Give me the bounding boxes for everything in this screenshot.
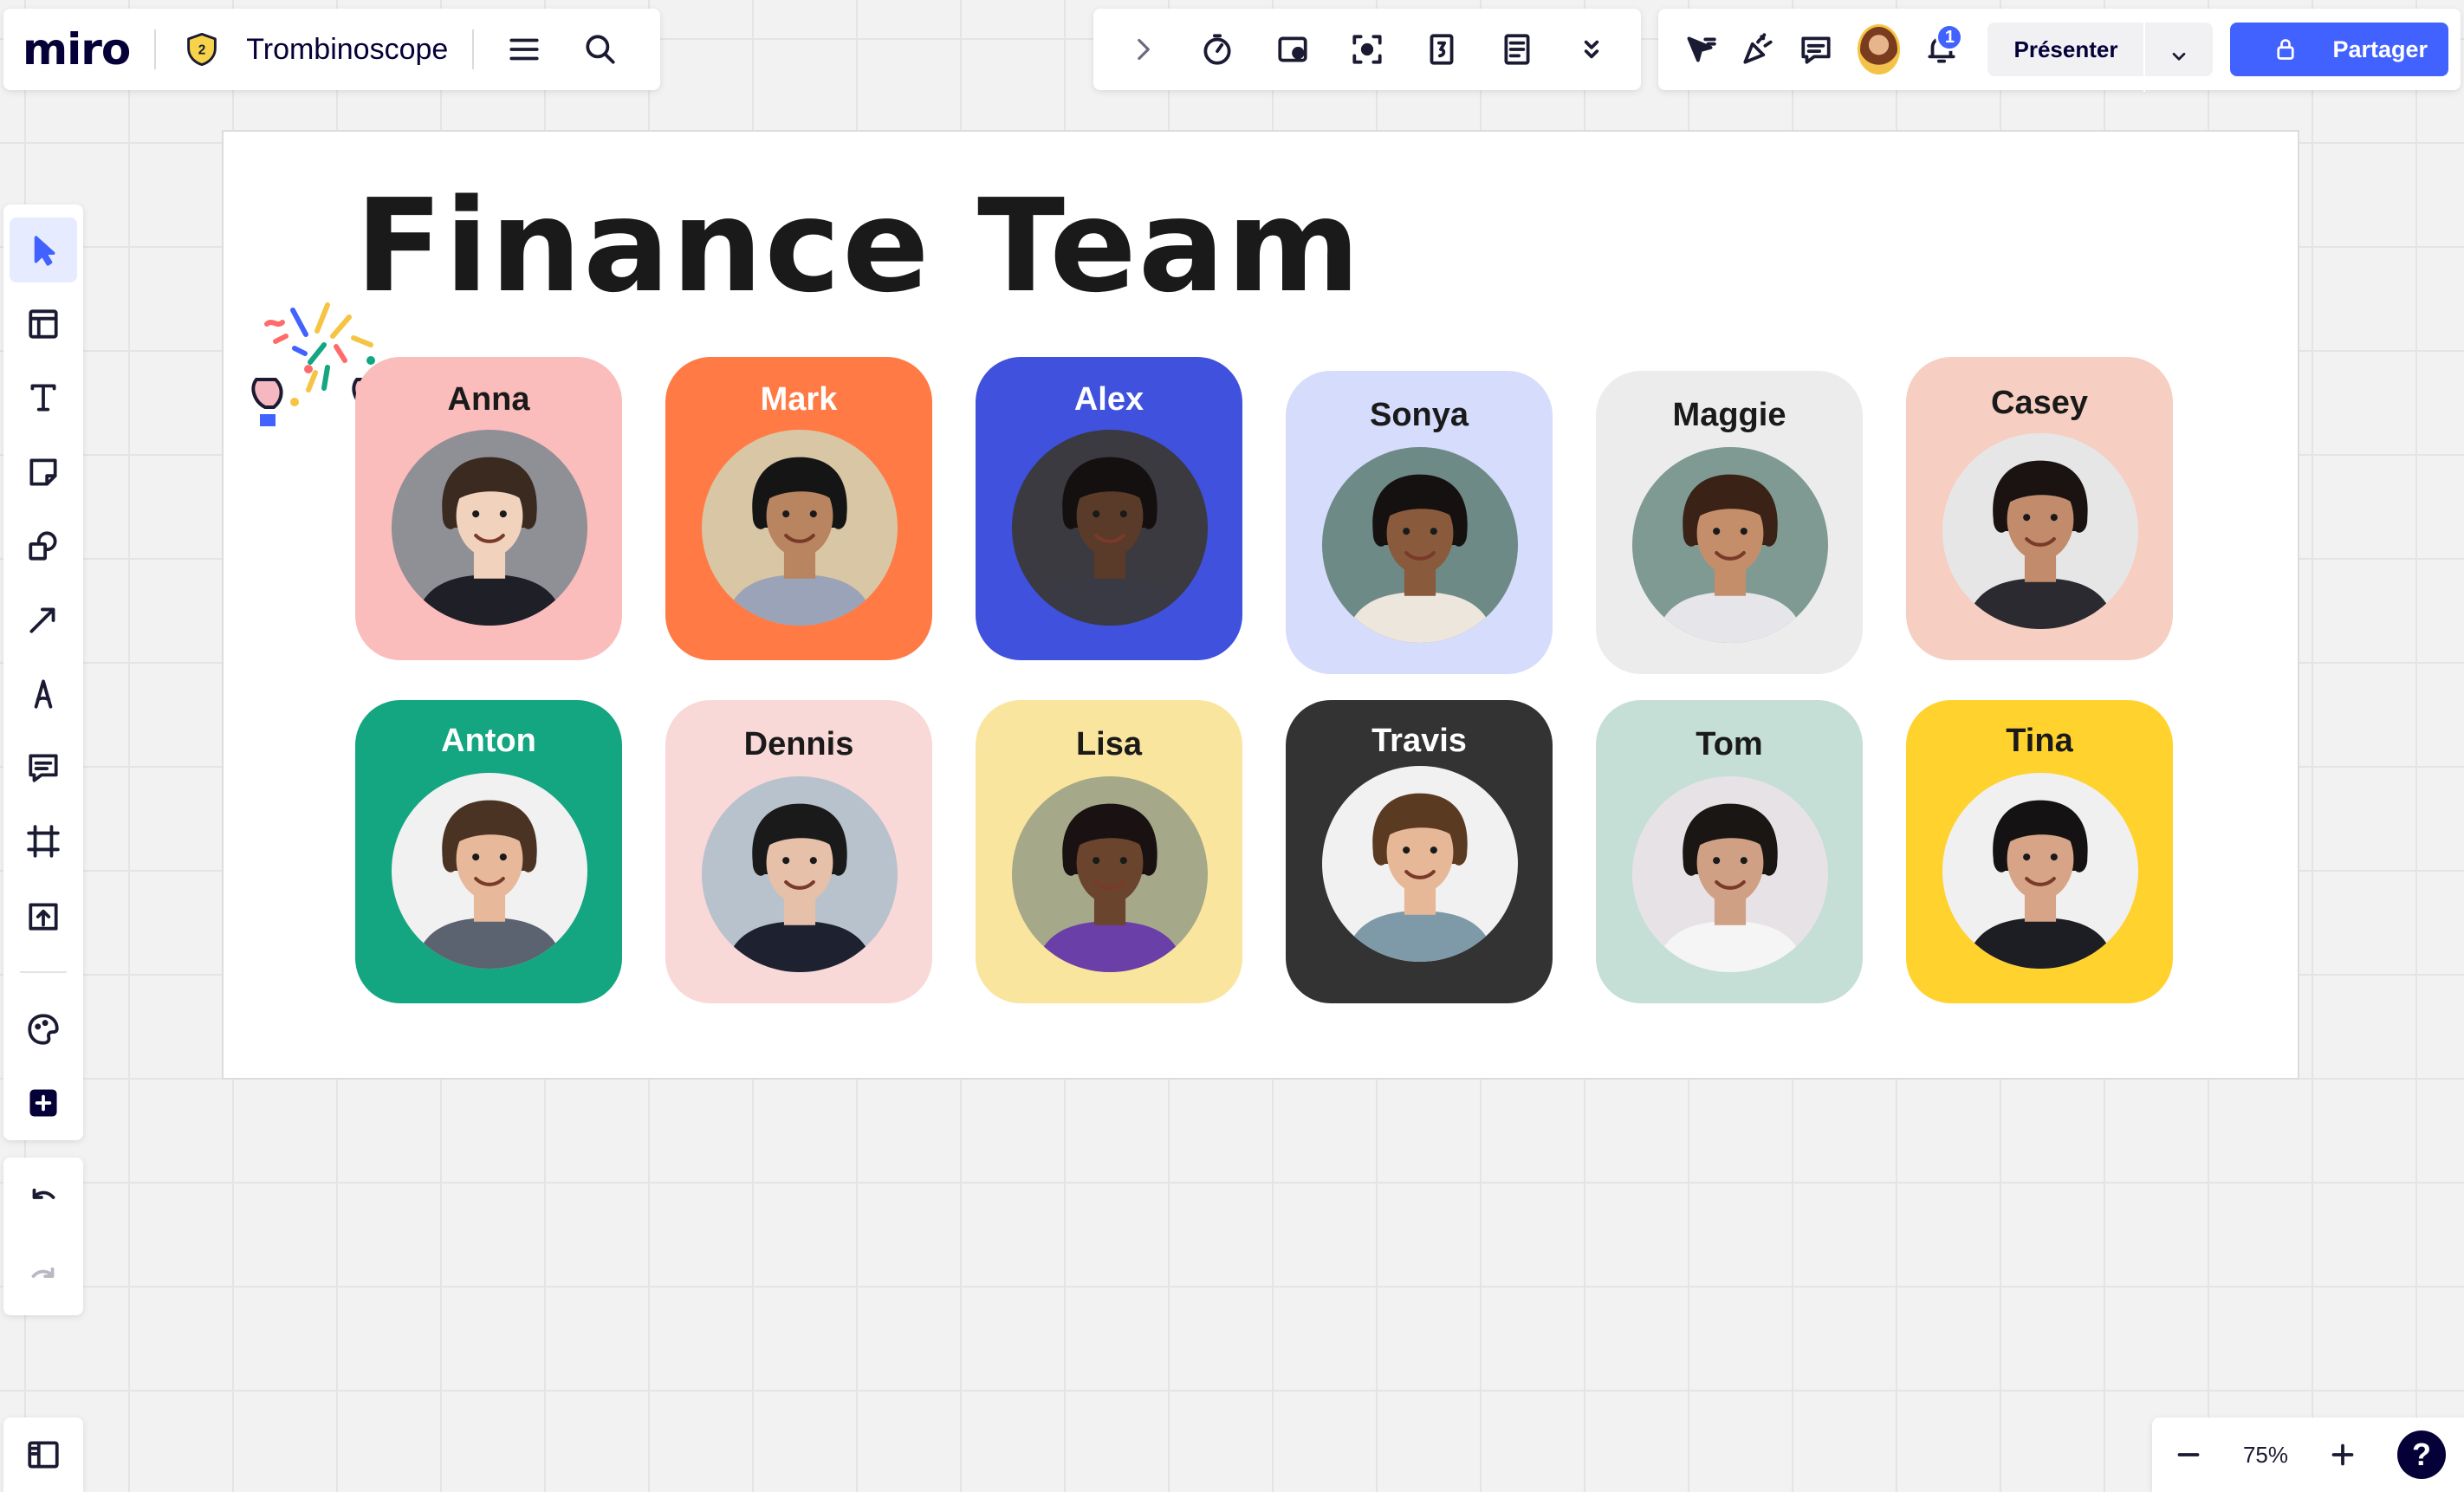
search-icon[interactable] bbox=[574, 23, 626, 75]
user-avatar[interactable] bbox=[1857, 24, 1901, 75]
notes-icon[interactable] bbox=[1486, 18, 1548, 81]
timer-icon[interactable] bbox=[1186, 18, 1248, 81]
sticker-icon[interactable] bbox=[10, 996, 77, 1061]
cursor-filter-icon[interactable] bbox=[1670, 15, 1728, 84]
add-apps-icon[interactable] bbox=[10, 1071, 77, 1136]
select-tool-icon[interactable] bbox=[10, 217, 77, 283]
more-tools-icon[interactable] bbox=[1560, 18, 1623, 81]
history-toolbar bbox=[3, 1158, 83, 1315]
team-member-card[interactable]: Dennis bbox=[665, 700, 932, 1003]
member-name: Anton bbox=[441, 723, 536, 759]
card-icon[interactable] bbox=[1261, 18, 1324, 81]
member-photo bbox=[1632, 447, 1828, 643]
team-member-card[interactable]: Maggie bbox=[1596, 371, 1863, 674]
plan-shield-icon[interactable]: 2 bbox=[180, 28, 224, 71]
zoom-in-icon[interactable] bbox=[2325, 1437, 2361, 1473]
member-name: Lisa bbox=[1075, 726, 1143, 762]
shapes-icon[interactable] bbox=[10, 513, 77, 578]
miro-logo[interactable]: miro bbox=[23, 24, 131, 75]
zoom-level[interactable]: 75% bbox=[2243, 1442, 2288, 1469]
member-name: Travis bbox=[1371, 723, 1467, 759]
present-group: Présenter bbox=[1987, 23, 2214, 92]
board-frame[interactable]: Finance Team Anna Mark Alex Sonya Maggie Case… bbox=[222, 130, 2299, 1080]
member-name: Tom bbox=[1696, 726, 1763, 762]
team-member-card[interactable]: Anton bbox=[355, 700, 622, 1003]
member-name: Mark bbox=[760, 381, 838, 418]
member-photo bbox=[1942, 433, 2138, 629]
sticky-note-icon[interactable] bbox=[10, 439, 77, 504]
member-name: Alex bbox=[1073, 381, 1144, 418]
board-header: miro 2 Trombinoscope bbox=[3, 9, 660, 90]
undo-icon[interactable] bbox=[13, 1167, 74, 1228]
celebrate-icon[interactable] bbox=[1728, 15, 1786, 84]
team-member-card[interactable]: Casey bbox=[1906, 357, 2173, 660]
member-photo bbox=[1322, 766, 1518, 962]
member-name: Anna bbox=[447, 381, 530, 418]
team-member-card[interactable]: Alex bbox=[976, 357, 1242, 660]
present-button[interactable]: Présenter bbox=[1987, 23, 2143, 76]
member-photo bbox=[1632, 776, 1828, 972]
voting-icon[interactable] bbox=[1410, 18, 1473, 81]
board-title[interactable]: Trombinoscope bbox=[246, 33, 448, 67]
creation-toolbar bbox=[3, 204, 83, 1140]
zoom-controls: 75% ? bbox=[2152, 1417, 2464, 1492]
member-name: Dennis bbox=[743, 726, 854, 762]
zoom-out-icon[interactable] bbox=[2170, 1437, 2207, 1473]
team-member-card[interactable]: Sonya bbox=[1286, 371, 1553, 674]
upload-icon[interactable] bbox=[10, 883, 77, 948]
member-photo bbox=[1942, 773, 2138, 969]
member-name: Casey bbox=[1991, 385, 2088, 421]
member-photo bbox=[1012, 430, 1208, 626]
team-member-card[interactable]: Lisa bbox=[976, 700, 1242, 1003]
menu-icon[interactable] bbox=[498, 23, 550, 75]
team-member-card[interactable]: Tina bbox=[1906, 700, 2173, 1003]
arrow-line-icon[interactable] bbox=[10, 587, 77, 652]
team-member-card[interactable]: Travis bbox=[1286, 700, 1553, 1003]
collaboration-toolbar bbox=[1093, 9, 1641, 90]
member-photo bbox=[392, 773, 587, 969]
divider bbox=[472, 29, 475, 69]
user-toolbar: 1 Présenter Partager bbox=[1658, 9, 2461, 92]
share-label: Partager bbox=[2332, 36, 2428, 62]
member-name: Tina bbox=[2006, 723, 2073, 759]
member-photo bbox=[702, 430, 898, 626]
redo-icon[interactable] bbox=[13, 1246, 74, 1307]
member-photo bbox=[1012, 776, 1208, 972]
member-photo bbox=[1322, 447, 1518, 643]
help-button[interactable]: ? bbox=[2396, 1430, 2446, 1479]
comments-icon[interactable] bbox=[1786, 15, 1845, 84]
pen-icon[interactable] bbox=[10, 661, 77, 726]
team-member-card[interactable]: Anna bbox=[355, 357, 622, 660]
team-member-card[interactable]: Tom bbox=[1596, 700, 1863, 1003]
lock-icon bbox=[2251, 15, 2320, 84]
templates-icon[interactable] bbox=[10, 291, 77, 356]
share-button[interactable]: Partager bbox=[2230, 23, 2449, 76]
text-tool-icon[interactable] bbox=[10, 366, 77, 431]
sidebar-toggle[interactable] bbox=[3, 1417, 83, 1492]
chevron-down-icon[interactable] bbox=[2143, 23, 2213, 92]
focus-icon[interactable] bbox=[1336, 18, 1398, 81]
member-name: Sonya bbox=[1369, 397, 1469, 433]
member-photo bbox=[392, 430, 587, 626]
divider bbox=[20, 971, 67, 974]
expand-icon[interactable] bbox=[1112, 18, 1174, 81]
comment-icon[interactable] bbox=[10, 735, 77, 800]
divider bbox=[154, 29, 157, 69]
member-photo bbox=[702, 776, 898, 972]
notifications-icon[interactable]: 1 bbox=[1912, 15, 1970, 84]
sidebar-panel-icon bbox=[25, 1437, 62, 1473]
member-name: Maggie bbox=[1672, 397, 1786, 433]
frame-title[interactable]: Finance Team bbox=[355, 182, 1362, 310]
plan-badge-text: 2 bbox=[198, 43, 206, 58]
frame-icon[interactable] bbox=[10, 809, 77, 874]
team-member-card[interactable]: Mark bbox=[665, 357, 932, 660]
